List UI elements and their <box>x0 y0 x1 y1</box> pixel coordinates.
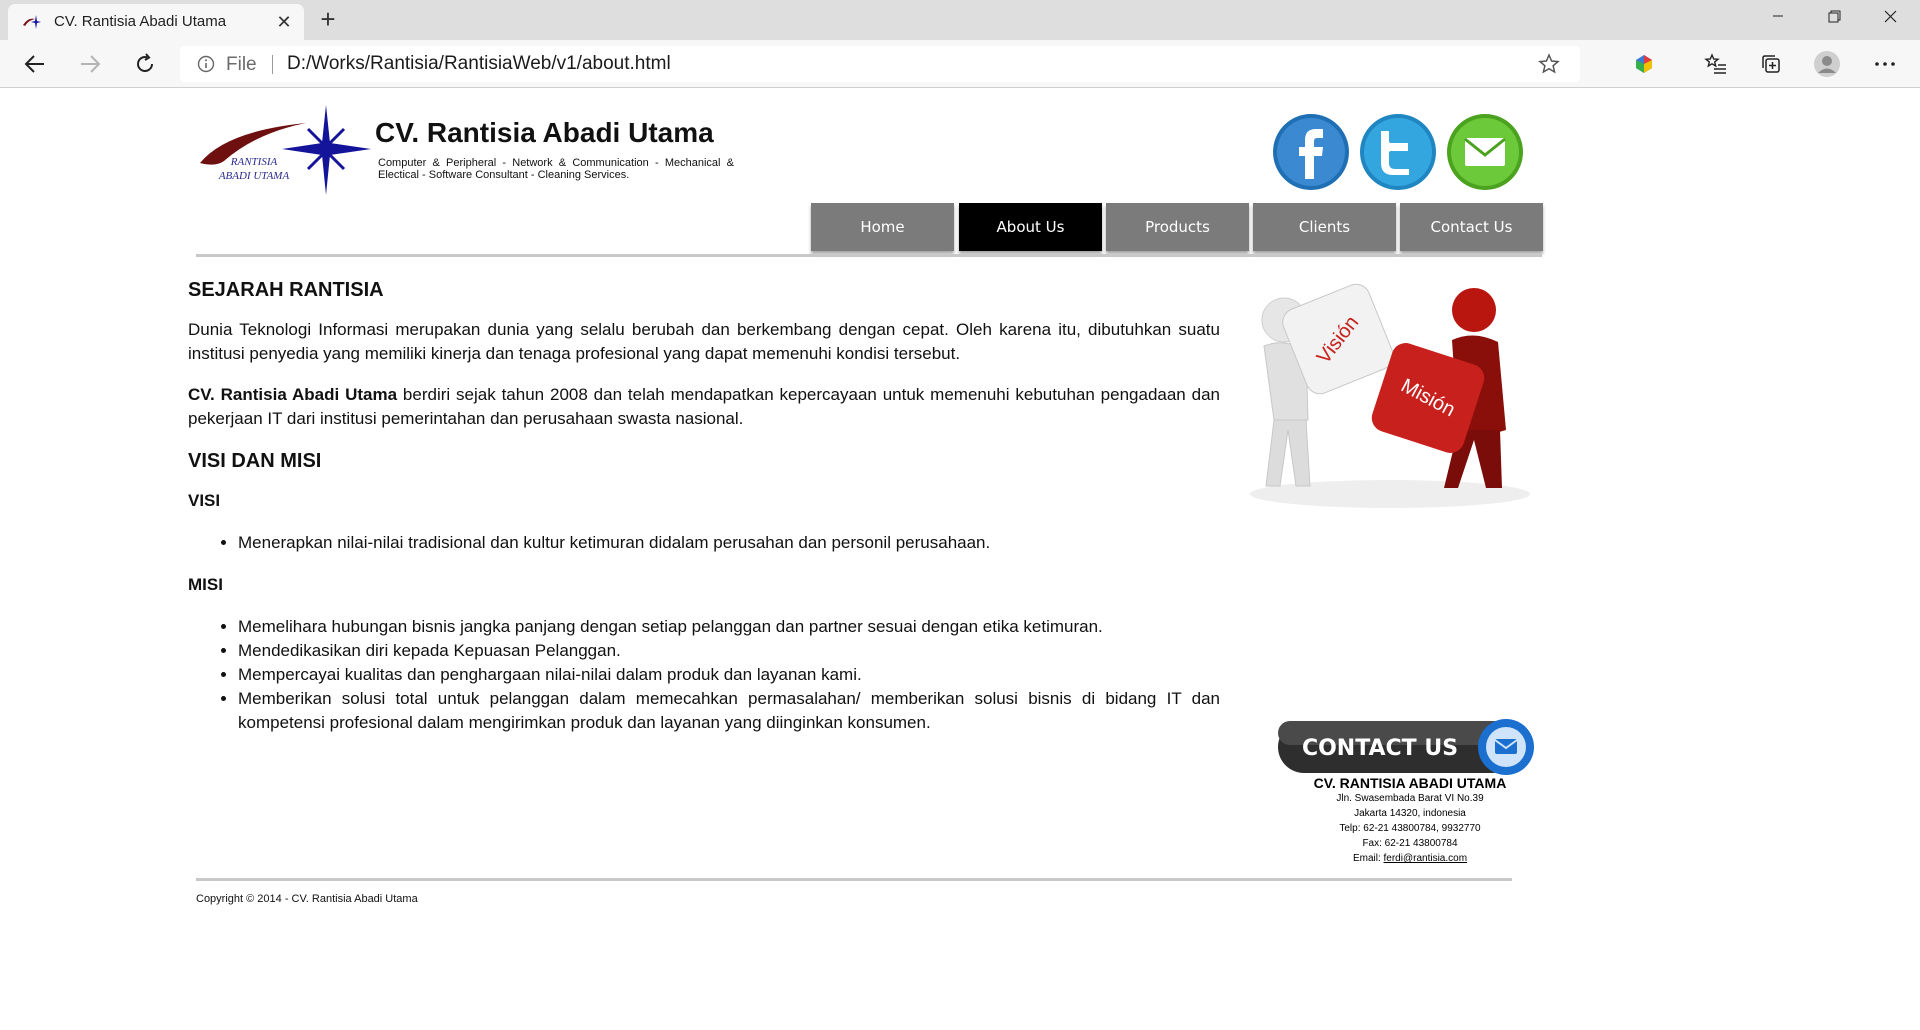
nav-about-us[interactable]: About Us <box>959 203 1102 251</box>
more-icon[interactable] <box>1870 50 1900 78</box>
new-tab-icon[interactable]: + <box>314 6 342 34</box>
browser-tab-bar: CV. Rantisia Abadi Utama ✕ + <box>0 0 1920 40</box>
svg-text:RANTISIA: RANTISIA <box>230 156 278 168</box>
nav-products[interactable]: Products <box>1106 203 1249 251</box>
nav-contact-us[interactable]: Contact Us <box>1400 203 1543 251</box>
list-item: Memberikan solusi total untuk pelanggan … <box>238 687 1220 735</box>
extension-icon[interactable] <box>1629 50 1659 78</box>
address-scheme-label: File <box>226 54 257 75</box>
site-tagline: Computer & Peripheral - Network & Commun… <box>378 157 734 181</box>
contact-box: CONTACT US CV. RANTISIA ABADI UTAMA Jln.… <box>1272 717 1568 866</box>
contact-us-banner[interactable]: CONTACT US <box>1276 717 1538 777</box>
contact-city-line: Jakarta 14320, indonesia <box>1354 808 1466 819</box>
restore-icon[interactable] <box>1806 0 1862 32</box>
site-favicon-icon <box>23 15 41 29</box>
twitter-icon[interactable] <box>1359 113 1437 191</box>
list-item: Mempercayai kualitas dan penghargaan nil… <box>238 663 1220 687</box>
mission-list: Memelihara hubungan bisnis jangka panjan… <box>188 615 1220 735</box>
tab-title: CV. Rantisia Abadi Utama <box>54 13 227 30</box>
footer-divider <box>196 878 1512 881</box>
header-divider <box>196 254 1542 257</box>
contact-company-name: CV. RANTISIA ABADI UTAMA <box>1313 775 1507 791</box>
vision-list: Menerapkan nilai-nilai tradisional dan k… <box>188 531 1220 555</box>
mail-icon[interactable] <box>1446 113 1524 191</box>
minimize-icon[interactable] <box>1750 0 1806 32</box>
reload-icon[interactable] <box>127 48 163 80</box>
svg-text:ABADI UTAMA: ABADI UTAMA <box>218 170 290 182</box>
copyright-text: Copyright © 2014 - CV. Rantisia Abadi Ut… <box>196 893 418 905</box>
company-name-bold: CV. Rantisia Abadi Utama <box>188 385 398 404</box>
company-logo[interactable]: RANTISIA ABADI UTAMA <box>196 103 372 195</box>
address-bar[interactable]: File D:/Works/Rantisia/RantisiaWeb/v1/ab… <box>180 46 1580 82</box>
favorites-icon[interactable] <box>1701 50 1731 78</box>
star-icon[interactable] <box>1538 53 1560 75</box>
contact-fax: Fax: 62-21 43800784 <box>1362 838 1458 849</box>
browser-tab[interactable]: CV. Rantisia Abadi Utama ✕ <box>8 4 304 40</box>
vision-mission-heading: VISI DAN MISI <box>188 450 322 472</box>
facebook-icon[interactable] <box>1272 113 1350 191</box>
back-icon[interactable] <box>17 48 53 80</box>
url-text[interactable]: D:/Works/Rantisia/RantisiaWeb/v1/about.h… <box>287 53 671 75</box>
info-icon[interactable] <box>197 55 215 73</box>
history-paragraph-1: Dunia Teknologi Informasi merupakan duni… <box>188 320 1220 363</box>
contact-address-line: Jln. Swasembada Barat VI No.39 <box>1336 793 1484 804</box>
nav-clients[interactable]: Clients <box>1253 203 1396 251</box>
profile-icon[interactable] <box>1812 50 1842 78</box>
contact-phone: Telp: 62-21 43800784, 9932770 <box>1339 823 1481 834</box>
browser-toolbar: File D:/Works/Rantisia/RantisiaWeb/v1/ab… <box>0 40 1920 88</box>
email-label: Email: <box>1352 853 1384 864</box>
forward-icon[interactable] <box>72 48 108 80</box>
history-paragraph-2: CV. Rantisia Abadi Utama berdiri sejak t… <box>188 383 1220 431</box>
close-tab-icon[interactable]: ✕ <box>274 12 294 32</box>
web-page: RANTISIA ABADI UTAMA CV. Rantisia Abadi … <box>0 89 1920 1030</box>
history-heading: SEJARAH RANTISIA <box>188 279 384 301</box>
contact-email-line: Email: ferdi@rantisia.com <box>1272 851 1548 866</box>
contact-us-banner-text: CONTACT US <box>1302 736 1458 761</box>
email-link[interactable]: ferdi@rantisia.com <box>1384 853 1468 864</box>
list-item: Mendedikasikan diri kepada Kepuasan Pela… <box>238 639 1220 663</box>
site-title: CV. Rantisia Abadi Utama <box>375 117 714 148</box>
vision-heading: VISI <box>188 491 221 510</box>
list-item: Menerapkan nilai-nilai tradisional dan k… <box>238 531 1220 555</box>
main-content: SEJARAH RANTISIA Dunia Teknologi Informa… <box>188 277 1220 753</box>
vision-mission-image: Visión Misión <box>1250 283 1530 508</box>
address-separator <box>272 55 273 74</box>
list-item: Memelihara hubungan bisnis jangka panjan… <box>238 615 1220 639</box>
close-window-icon[interactable] <box>1862 0 1918 32</box>
nav-home[interactable]: Home <box>811 203 954 251</box>
collections-icon[interactable] <box>1756 50 1786 78</box>
mission-heading: MISI <box>188 575 223 594</box>
